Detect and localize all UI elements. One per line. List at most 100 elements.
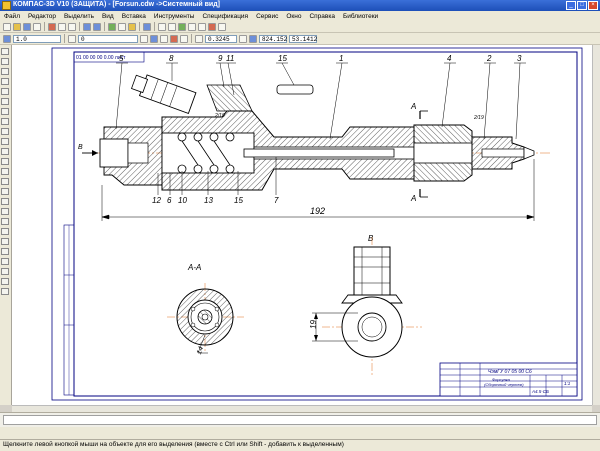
measure-icon[interactable] (1, 98, 9, 105)
cut-icon[interactable] (48, 22, 56, 31)
spring-cavity (161, 132, 255, 174)
properties-icon[interactable] (108, 22, 116, 31)
editing-icon[interactable] (1, 78, 9, 85)
pos-8: 8 (169, 54, 174, 63)
geometry-icon[interactable] (1, 48, 9, 55)
undo-icon[interactable] (83, 22, 91, 31)
refresh-icon[interactable] (198, 22, 206, 31)
designations-icon[interactable] (1, 68, 9, 75)
menu-service[interactable]: Сервис (252, 13, 282, 20)
scale-combo[interactable]: 1.0 (13, 34, 61, 43)
save-icon[interactable] (23, 22, 31, 31)
menu-insert[interactable]: Вставка (118, 13, 150, 20)
polygon-icon[interactable] (1, 218, 9, 225)
hatch-icon[interactable] (1, 238, 9, 245)
layer-combo[interactable]: 0 (78, 34, 138, 43)
rectangle-icon[interactable] (1, 208, 9, 215)
minimize-button[interactable]: _ (566, 1, 576, 10)
grid-icon[interactable] (140, 34, 148, 43)
zoom-out-icon[interactable] (168, 22, 176, 31)
paste-icon[interactable] (68, 22, 76, 31)
copy-icon[interactable] (58, 22, 66, 31)
prev-view-icon[interactable] (218, 22, 226, 31)
ellipse-icon[interactable] (1, 198, 9, 205)
maximize-button[interactable]: □ (577, 1, 587, 10)
compact-panel (0, 45, 12, 405)
view-b[interactable] (312, 237, 422, 375)
dimensions-icon[interactable] (1, 58, 9, 65)
parametrization-icon[interactable] (1, 88, 9, 95)
library-icon[interactable] (128, 22, 136, 31)
associative-view-icon[interactable] (1, 118, 9, 125)
toolbar-separator (139, 22, 140, 31)
nozzle-needle (481, 148, 525, 158)
properties-field[interactable] (3, 415, 597, 425)
toolbar-separator (191, 34, 192, 43)
dim-14: 14 (196, 346, 205, 356)
zoom-field[interactable]: 0.3245 (205, 34, 237, 43)
line-icon[interactable] (1, 168, 9, 175)
menu-edit[interactable]: Редактор (24, 13, 60, 20)
new-document-icon[interactable] (3, 22, 11, 31)
coordinates-icon[interactable] (249, 34, 257, 43)
spec-icon[interactable] (1, 128, 9, 135)
drawing-canvas[interactable]: 01 00 00 00 0.00 лист A A B 5 8 9 11 15 … (12, 45, 592, 405)
menu-libraries[interactable]: Библиотеки (339, 13, 382, 20)
spline-icon[interactable] (1, 228, 9, 235)
insert-icon[interactable] (1, 148, 9, 155)
fillet-icon[interactable] (1, 248, 9, 255)
view-arrow-label: B (78, 144, 83, 151)
sheet-border (51, 47, 583, 401)
round-icon[interactable] (180, 34, 188, 43)
menu-select[interactable]: Выделить (60, 13, 98, 20)
menu-tools[interactable]: Инструменты (150, 13, 199, 20)
vertical-scrollbar[interactable] (592, 45, 600, 405)
zoom-all-icon[interactable] (208, 22, 216, 31)
pos-4: 4 (447, 54, 452, 63)
print-icon[interactable] (33, 22, 41, 31)
circle-icon[interactable] (1, 178, 9, 185)
pan-icon[interactable] (188, 22, 196, 31)
redo-icon[interactable] (93, 22, 101, 31)
menu-window[interactable]: Окно (282, 13, 305, 20)
help-icon[interactable] (143, 22, 151, 31)
selection-icon[interactable] (1, 108, 9, 115)
menu-view[interactable]: Вид (98, 13, 118, 20)
pos-15-bottom: 15 (234, 196, 243, 205)
menu-specification[interactable]: Спецификация (198, 13, 252, 20)
chamfer-icon[interactable] (1, 258, 9, 265)
drawing-sheet[interactable]: 01 00 00 00 0.00 лист A A B 5 8 9 11 15 … (12, 45, 592, 405)
auxiliary-line-icon[interactable] (1, 288, 9, 295)
toolbar-separator (104, 22, 105, 31)
ortho-icon[interactable] (150, 34, 158, 43)
zoom-in-icon[interactable] (158, 22, 166, 31)
inlet-fitting (99, 138, 129, 168)
snap-icon[interactable] (170, 34, 178, 43)
pos-10: 10 (178, 196, 187, 205)
menu-file[interactable]: Файл (0, 13, 24, 20)
point-icon[interactable] (1, 158, 9, 165)
section-aa-view[interactable] (167, 283, 244, 354)
toolbar-separator (79, 22, 80, 31)
menu-help[interactable]: Справка (305, 13, 339, 20)
fuel-fitting (130, 74, 197, 114)
contour-icon[interactable] (1, 268, 9, 275)
arc-icon[interactable] (1, 188, 9, 195)
injector-section[interactable]: A A B (78, 72, 552, 203)
cursor-icon[interactable] (239, 34, 247, 43)
open-folder-icon[interactable] (13, 22, 21, 31)
reports-icon[interactable] (1, 138, 9, 145)
prompt-area (0, 427, 600, 439)
close-button[interactable]: × (588, 1, 598, 10)
state-icon[interactable] (3, 34, 11, 43)
offset-icon[interactable] (1, 278, 9, 285)
window-title: КОМПАС-3D V10 (ЗАЩИТА) - [Forsun.cdw ->С… (13, 1, 220, 8)
local-cs-icon[interactable] (160, 34, 168, 43)
manager-icon[interactable] (118, 22, 126, 31)
kompas-app-icon (2, 1, 11, 10)
layer-icon[interactable] (68, 34, 76, 43)
zoom-window-icon[interactable] (178, 22, 186, 31)
toolbar-separator (154, 22, 155, 31)
step-icon[interactable] (195, 34, 203, 43)
hex-head (353, 246, 391, 296)
